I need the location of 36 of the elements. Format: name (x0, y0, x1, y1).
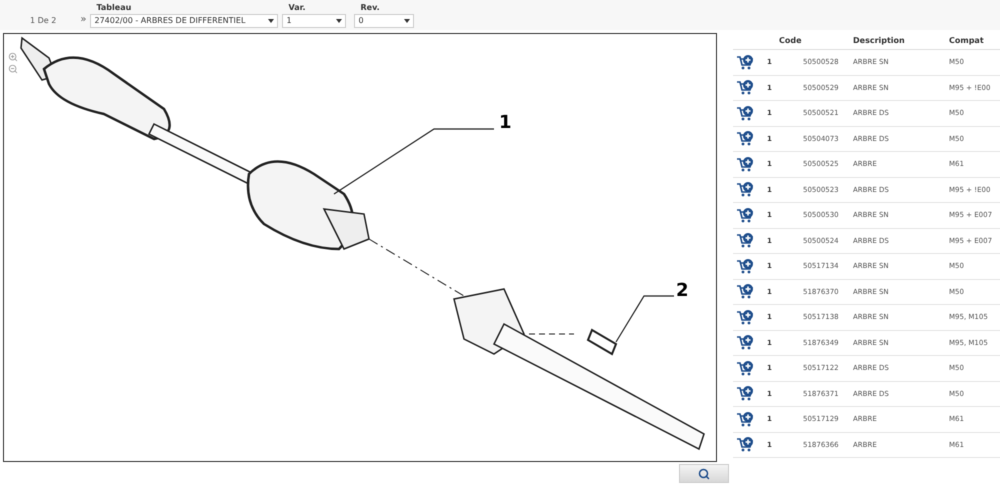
cart-add-icon[interactable] (736, 79, 754, 96)
field-label: Var. (287, 3, 306, 12)
dropdown[interactable]: 0 (354, 14, 414, 28)
page-counter: 1 De 2 (30, 15, 56, 27)
column-header: Code (779, 35, 803, 47)
cart-add-icon[interactable] (736, 232, 754, 250)
field-label: Tableau (95, 3, 132, 12)
cart-add-icon[interactable] (736, 54, 754, 71)
cart-add-icon[interactable] (736, 360, 754, 377)
cart-add-icon[interactable] (736, 258, 754, 275)
cart-add-icon[interactable] (736, 206, 754, 224)
dropdown[interactable]: 1 (282, 14, 346, 28)
cart-add-icon[interactable] (736, 334, 754, 352)
field-label: Rev. (359, 3, 381, 12)
cart-add-icon[interactable] (736, 104, 754, 122)
zoom-in-icon[interactable] (8, 52, 18, 62)
callout-number: 2 (676, 279, 689, 303)
column-header: Compat (949, 35, 984, 47)
search-icon (698, 468, 710, 480)
column-header: Description (853, 35, 906, 47)
cart-add-icon[interactable] (736, 130, 754, 148)
next-page-link[interactable]: » (80, 12, 86, 27)
caret-icon (404, 19, 410, 23)
zoom-out-icon[interactable] (8, 64, 18, 74)
cart-add-icon[interactable] (736, 283, 754, 300)
cart-add-icon[interactable] (736, 156, 754, 173)
dropdown[interactable]: 27402/00 - ARBRES DE DIFFERENTIEL (90, 14, 278, 28)
cart-add-icon[interactable] (736, 181, 754, 198)
cart-add-icon[interactable] (736, 308, 754, 326)
search-button[interactable] (679, 464, 729, 483)
caret-icon (336, 19, 342, 23)
cart-add-icon[interactable] (736, 385, 754, 402)
cart-add-icon[interactable] (736, 410, 754, 428)
cart-add-icon[interactable] (736, 436, 754, 454)
callout-number: 1 (499, 111, 512, 135)
caret-icon (268, 19, 274, 23)
